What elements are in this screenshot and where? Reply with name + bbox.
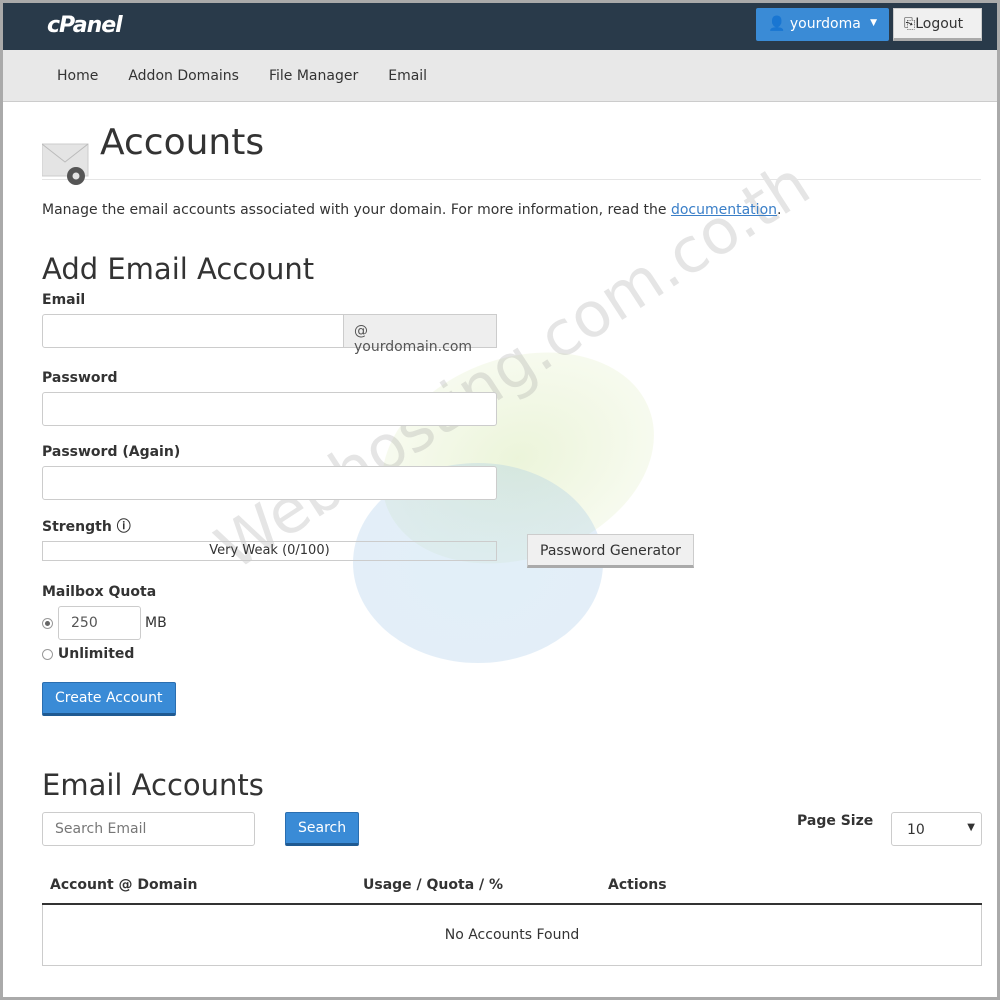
nav-email[interactable]: Email [388, 68, 427, 84]
documentation-link[interactable]: documentation [671, 202, 777, 218]
password-field[interactable] [42, 392, 497, 426]
cpanel-logo[interactable]: cPanel [47, 13, 123, 38]
column-usage[interactable]: Usage / Quota / % [363, 877, 608, 893]
caret-down-icon: ▼ [967, 822, 975, 833]
divider [42, 179, 981, 180]
search-button[interactable]: Search [285, 812, 360, 846]
unlimited-label: Unlimited [57, 646, 135, 662]
create-account-button[interactable]: Create Account [42, 682, 176, 716]
password-again-label: Password (Again) [42, 444, 181, 460]
email-label: Email [42, 292, 86, 308]
page-size-value: 10 [907, 822, 925, 838]
main-content: Accounts Manage the email accounts assoc… [3, 122, 997, 966]
user-icon: 👤 [768, 16, 786, 32]
email-accounts-heading: Email Accounts [42, 768, 264, 802]
page-description: Manage the email accounts associated wit… [42, 202, 981, 218]
page-size-label: Page Size [797, 813, 874, 829]
nav-home[interactable]: Home [57, 68, 98, 84]
search-email-input[interactable]: Search Email [42, 812, 255, 846]
logout-label: Logout [915, 16, 964, 32]
page-size-select[interactable]: 10 ▼ [891, 812, 982, 846]
add-email-heading: Add Email Account [42, 252, 315, 286]
table-header: Account @ Domain Usage / Quota / % Actio… [42, 867, 982, 905]
info-icon[interactable]: ⓘ [117, 519, 131, 535]
quota-unit: MB [145, 615, 167, 631]
logout-icon: ⎘ [904, 16, 916, 32]
quota-input[interactable]: 250 [58, 606, 141, 640]
mailbox-quota-label: Mailbox Quota [42, 584, 157, 600]
empty-row: No Accounts Found [42, 905, 982, 966]
strength-meter: Very Weak (0/100) [42, 541, 497, 561]
page-title: Accounts [100, 122, 265, 163]
nav-addon-domains[interactable]: Addon Domains [128, 68, 239, 84]
email-settings-icon [42, 143, 89, 185]
password-generator-button[interactable]: Password Generator [527, 534, 694, 568]
nav-file-manager[interactable]: File Manager [269, 68, 358, 84]
password-label: Password [42, 370, 118, 386]
logout-button[interactable]: ⎘Logout [893, 8, 982, 41]
breadcrumb-nav: Home Addon Domains File Manager Email [3, 50, 997, 102]
quota-unlimited-radio[interactable] [42, 648, 53, 660]
description-end: . [777, 202, 782, 218]
user-label: yourdoma [789, 16, 861, 32]
email-field[interactable] [42, 314, 344, 348]
password-again-field[interactable] [42, 466, 497, 500]
user-menu-button[interactable]: 👤 yourdoma ▼ [756, 8, 889, 41]
strength-label: Strength ⓘ [42, 516, 981, 536]
column-account[interactable]: Account @ Domain [50, 877, 363, 893]
strength-text: Strength [42, 519, 112, 535]
column-actions: Actions [608, 877, 667, 893]
description-text: Manage the email accounts associated wit… [42, 202, 671, 218]
domain-suffix[interactable]: @ yourdomain.com [344, 314, 497, 355]
top-bar: cPanel 👤 yourdoma ▼ ⎘Logout [3, 3, 997, 50]
caret-down-icon: ▼ [870, 18, 877, 28]
quota-limited-radio[interactable] [42, 617, 53, 629]
